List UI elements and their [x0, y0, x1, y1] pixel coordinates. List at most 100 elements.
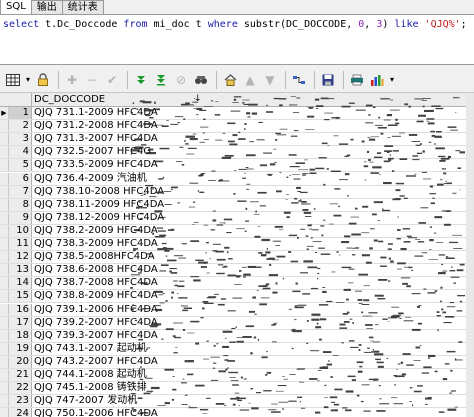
row-indicator	[0, 303, 9, 316]
row-indicator	[0, 198, 9, 211]
row-number: 22	[9, 382, 32, 395]
tab-statistics[interactable]: 统计表	[61, 0, 104, 14]
print-icon[interactable]	[348, 71, 366, 89]
table-row[interactable]: 6 QJQ 736.4-2009 汽油机	[0, 172, 474, 186]
dc-doccode-cell[interactable]: QJQ 738.12-2009 HFC4DA	[34, 212, 164, 224]
row-number: 7	[9, 185, 32, 198]
last-record-icon[interactable]	[152, 71, 170, 89]
dc-doccode-cell[interactable]: QJQ 745.1-2008 铸铁排	[34, 382, 147, 394]
dc-doccode-cell[interactable]: QJQ 739.1-2006 HFC4DA	[34, 304, 158, 316]
dc-doccode-cell[interactable]: QJQ 732.5-2007 HFC4G	[34, 146, 151, 158]
dc-doccode-cell[interactable]: QJQ 731.3-2007 HFC4DA	[34, 133, 158, 145]
dc-doccode-cell[interactable]: QJQ 738.8-2009 HFC4DA	[34, 290, 158, 302]
row-indicator	[0, 355, 9, 368]
row-indicator	[0, 133, 9, 146]
table-row[interactable]: 4 QJQ 732.5-2007 HFC4G	[0, 146, 474, 160]
dc-doccode-cell[interactable]: QJQ 739.3-2007 HFC4DA	[34, 330, 158, 342]
dc-doccode-cell[interactable]: QJQ 738.6-2008 HFC4DA	[34, 264, 158, 276]
row-indicator: ▶	[0, 107, 9, 119]
toolbar-separator	[285, 70, 286, 89]
dc-doccode-cell[interactable]: QJQ 747-2007 发动机	[34, 395, 137, 407]
row-indicator	[0, 159, 9, 172]
table-row[interactable]: 24 QJQ 750.1-2006 HFC4DA	[0, 408, 474, 417]
query-icon[interactable]	[290, 71, 308, 89]
table-row[interactable]: 7 QJQ 738.10-2008 HFC4DA	[0, 185, 474, 199]
row-number: 21	[9, 369, 32, 381]
table-row[interactable]: ▶ 1 QJQ 731.1-2009 HFC4DA	[0, 107, 474, 120]
table-row[interactable]: 16 QJQ 739.1-2006 HFC4DA	[0, 303, 474, 317]
result-toolbar: ▾ ✚ − ✔ ⊘ ▲ ▼ ▾	[0, 67, 474, 93]
sql-text: mi_doc t	[147, 19, 208, 30]
dc-doccode-cell[interactable]: QJQ 743.2-2007 HFC4DA	[34, 356, 158, 368]
dc-doccode-cell[interactable]: QJQ 738.10-2008 HFC4DA	[34, 186, 164, 198]
grid-corner[interactable]	[0, 93, 32, 107]
row-number: 12	[9, 251, 32, 264]
column-header-dc-doccode[interactable]: DC_DOCCODE	[32, 93, 105, 107]
dc-doccode-cell[interactable]: QJQ 731.2-2008 HFC4DA	[34, 120, 158, 132]
toolbar-separator	[127, 70, 128, 89]
dc-doccode-cell[interactable]: QJQ 736.4-2009 汽油机	[34, 173, 147, 185]
table-row[interactable]: 19 QJQ 743.1-2007 起动机	[0, 342, 474, 356]
row-number: 8	[9, 198, 32, 211]
sql-editor[interactable]: select t.Dc_Doccode from mi_doc t where …	[0, 15, 474, 65]
row-number: 1	[9, 107, 32, 119]
row-indicator	[0, 316, 9, 329]
dc-doccode-cell[interactable]: QJQ 738.11-2009 HFC4DA	[34, 199, 164, 211]
chevron-down-icon[interactable]: ▾	[24, 71, 32, 89]
next-icon[interactable]: ▼	[261, 71, 279, 89]
row-indicator	[0, 120, 9, 133]
table-row[interactable]: 23 QJQ 747-2007 发动机	[0, 395, 474, 409]
row-indicator	[0, 277, 9, 290]
table-row[interactable]: 8 QJQ 738.11-2009 HFC4DA	[0, 198, 474, 212]
sort-indicator-icon: ↓	[194, 94, 202, 104]
table-row[interactable]: 21 QJQ 744.1-2008 起动机	[0, 369, 474, 382]
chevron-down-icon[interactable]: ▾	[388, 71, 396, 89]
vertical-scrollbar[interactable]	[466, 93, 474, 417]
dc-doccode-cell[interactable]: QJQ 733.5-2009 HFC4DA	[34, 159, 158, 171]
dc-doccode-cell[interactable]: QJQ 738.7-2008 HFC4DA	[34, 277, 158, 289]
table-row[interactable]: 13 QJQ 738.6-2008 HFC4DA	[0, 264, 474, 278]
post-icon[interactable]: ✔	[103, 71, 121, 89]
add-row-icon[interactable]: ✚	[63, 71, 81, 89]
clear-icon[interactable]: ⊘	[172, 71, 190, 89]
row-indicator	[0, 146, 9, 159]
result-grid[interactable]: DC_DOCCODE ↓ ▶ 1 QJQ 731.1-2009 HFC4DA 2 QJQ…	[0, 93, 474, 417]
tab-output[interactable]: 输出	[30, 0, 63, 14]
dc-doccode-cell[interactable]: QJQ 738.2-2009 HFC4DA	[34, 225, 158, 237]
chart-icon[interactable]	[368, 71, 386, 89]
table-row[interactable]: 17 QJQ 739.2-2007 HFC4DA	[0, 316, 474, 330]
dc-doccode-cell[interactable]: QJQ 731.1-2009 HFC4DA	[34, 107, 158, 119]
table-row[interactable]: 15 QJQ 738.8-2009 HFC4DA	[0, 290, 474, 304]
next-record-icon[interactable]	[132, 71, 150, 89]
dc-doccode-cell[interactable]: QJQ 743.1-2007 起动机	[34, 343, 147, 355]
table-row[interactable]: 18 QJQ 739.3-2007 HFC4DA	[0, 329, 474, 343]
prev-icon[interactable]: ▲	[241, 71, 259, 89]
tab-sql[interactable]: SQL	[0, 0, 32, 14]
table-row[interactable]: 3 QJQ 731.3-2007 HFC4DA	[0, 133, 474, 147]
row-number: 5	[9, 159, 32, 172]
save-icon[interactable]	[319, 71, 337, 89]
delete-row-icon[interactable]: −	[83, 71, 101, 89]
dc-doccode-cell[interactable]: QJQ 738.5-2008HFC4DA	[34, 251, 155, 263]
table-row[interactable]: 22 QJQ 745.1-2008 铸铁排	[0, 382, 474, 396]
table-row[interactable]: 11 QJQ 738.3-2009 HFC4DA	[0, 238, 474, 251]
sql-text: ;	[460, 19, 467, 30]
table-row[interactable]: 20 QJQ 743.2-2007 HFC4DA	[0, 355, 474, 369]
grid-icon[interactable]	[4, 71, 22, 89]
row-number: 15	[9, 290, 32, 303]
dc-doccode-cell[interactable]: QJQ 744.1-2008 起动机	[34, 369, 147, 381]
table-row[interactable]: 9 QJQ 738.12-2009 HFC4DA	[0, 211, 474, 225]
table-row[interactable]: 2 QJQ 731.2-2008 HFC4DA	[0, 120, 474, 134]
dc-doccode-cell[interactable]: QJQ 738.3-2009 HFC4DA	[34, 238, 158, 250]
table-row[interactable]: 10 QJQ 738.2-2009 HFC4DA	[0, 224, 474, 238]
row-number: 6	[9, 172, 32, 185]
home-icon[interactable]	[221, 71, 239, 89]
dc-doccode-cell[interactable]: QJQ 750.1-2006 HFC4DA	[34, 408, 158, 417]
find-icon[interactable]	[192, 71, 210, 89]
table-row[interactable]: 5 QJQ 733.5-2009 HFC4DA	[0, 159, 474, 173]
lock-icon[interactable]	[34, 71, 52, 89]
row-number: 4	[9, 146, 32, 159]
table-row[interactable]: 14 QJQ 738.7-2008 HFC4DA	[0, 277, 474, 291]
table-row[interactable]: 12 QJQ 738.5-2008HFC4DA	[0, 251, 474, 265]
dc-doccode-cell[interactable]: QJQ 739.2-2007 HFC4DA	[34, 317, 158, 329]
